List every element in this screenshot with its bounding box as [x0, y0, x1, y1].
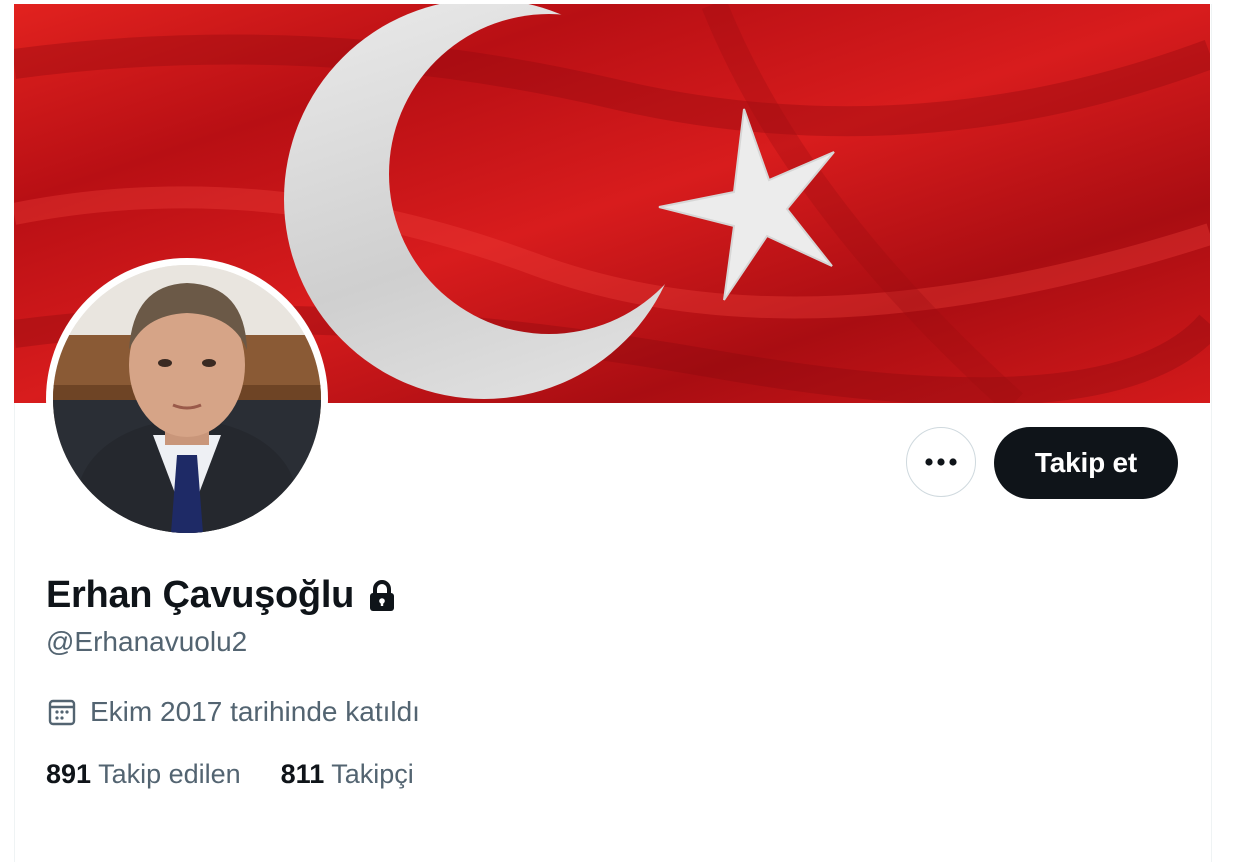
user-handle: @Erhanavuolu2 [46, 626, 248, 657]
more-options-icon [925, 458, 957, 466]
name-row: Erhan Çavuşoğlu [46, 574, 396, 617]
following-label: Takip edilen [98, 759, 241, 789]
join-date-text: Ekim 2017 tarihinde katıldı [90, 696, 420, 727]
followers-link[interactable]: 811 Takipçi [281, 759, 414, 790]
followers-count: 811 [280, 759, 325, 789]
lock-icon [370, 579, 394, 611]
following-count: 891 [46, 759, 92, 789]
join-date: Ekim 2017 tarihinde katıldı [46, 696, 420, 728]
display-name: Erhan Çavuşoğlu [46, 574, 354, 616]
profile-avatar[interactable] [46, 258, 328, 540]
followers-label: Takipçi [331, 759, 414, 789]
following-link[interactable]: 891 Takip edilen [46, 759, 241, 790]
follow-stats: 891 Takip edilen 811 Takipçi [46, 759, 414, 790]
follow-button[interactable]: Takip et [994, 427, 1178, 499]
avatar-photo [53, 265, 321, 533]
more-options-button[interactable] [906, 427, 976, 497]
calendar-icon [48, 699, 76, 726]
